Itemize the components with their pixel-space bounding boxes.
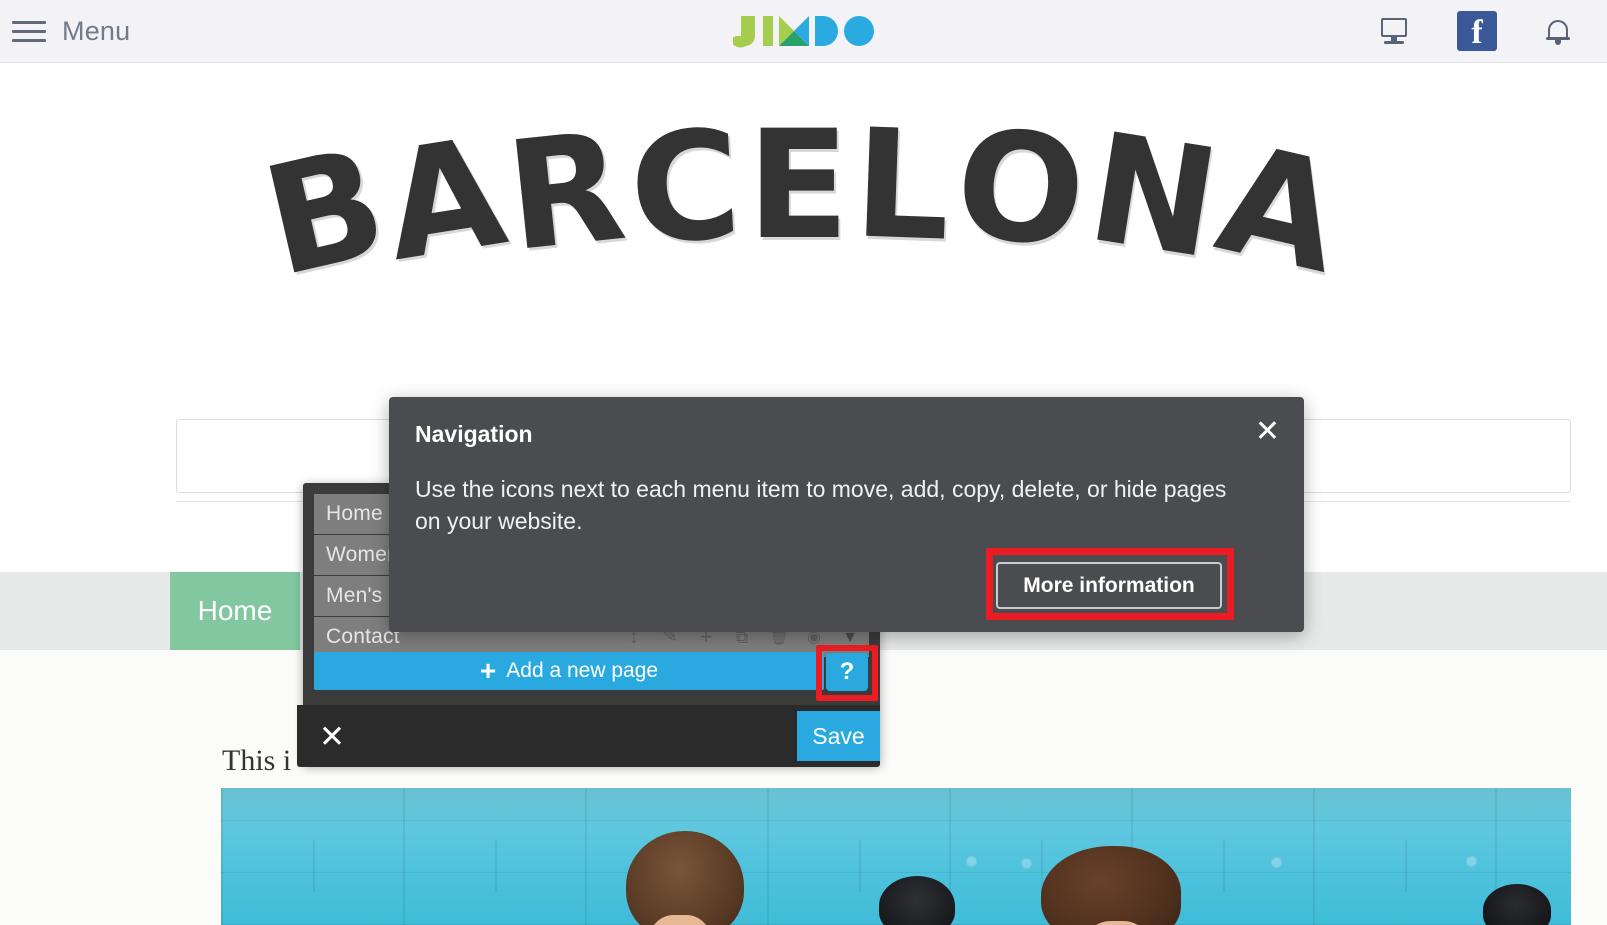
monitor-icon[interactable] <box>1379 18 1409 44</box>
wall-detail <box>1466 856 1477 867</box>
jimdo-logo <box>0 12 1607 50</box>
hamburger-bar <box>12 20 46 24</box>
dialog-body-text: Use the icons next to each menu item to … <box>415 476 1227 534</box>
topbar-actions: f <box>1379 11 1571 51</box>
add-new-page-button[interactable]: + Add a new page <box>314 652 824 690</box>
dialog-close-icon[interactable]: ✕ <box>1255 417 1280 447</box>
more-information-button[interactable]: More information <box>996 562 1222 609</box>
admin-topbar: Menu f <box>0 0 1607 63</box>
wall-detail <box>966 856 977 867</box>
nav-page-label: Home <box>326 502 383 525</box>
wall-detail <box>1271 857 1282 868</box>
hamburger-bar <box>12 38 46 42</box>
monitor-base <box>1384 41 1404 44</box>
site-logo-text: BARCELONA <box>249 97 1358 311</box>
hamburger-bar <box>12 29 46 33</box>
wall-detail <box>1021 858 1032 869</box>
menu-label[interactable]: Menu <box>62 16 130 47</box>
close-icon[interactable]: ✕ <box>319 721 345 752</box>
site-nav-item-home[interactable]: Home <box>170 572 300 650</box>
dialog-title: Navigation <box>415 421 533 447</box>
navigation-panel-footer: ✕ Save <box>297 705 880 767</box>
nav-page-label: Contact <box>326 625 400 648</box>
site-body-text: This i <box>222 744 292 777</box>
add-new-page-label: Add a new page <box>506 659 659 682</box>
bell-icon[interactable] <box>1545 16 1571 46</box>
site-photo[interactable] <box>221 788 1571 925</box>
plus-icon: + <box>479 655 497 686</box>
help-button[interactable]: ? <box>826 653 868 691</box>
hamburger-icon[interactable] <box>12 16 46 46</box>
save-button[interactable]: Save <box>797 711 880 761</box>
monitor-screen <box>1381 18 1407 37</box>
facebook-icon[interactable]: f <box>1457 11 1497 51</box>
nav-page-label: Men's <box>326 584 383 607</box>
bell-clapper <box>1555 40 1561 45</box>
site-logo: BARCELONA <box>0 97 1607 311</box>
facebook-glyph: f <box>1471 14 1483 51</box>
navigation-info-dialog: Navigation ✕ Use the icons next to each … <box>389 397 1304 632</box>
